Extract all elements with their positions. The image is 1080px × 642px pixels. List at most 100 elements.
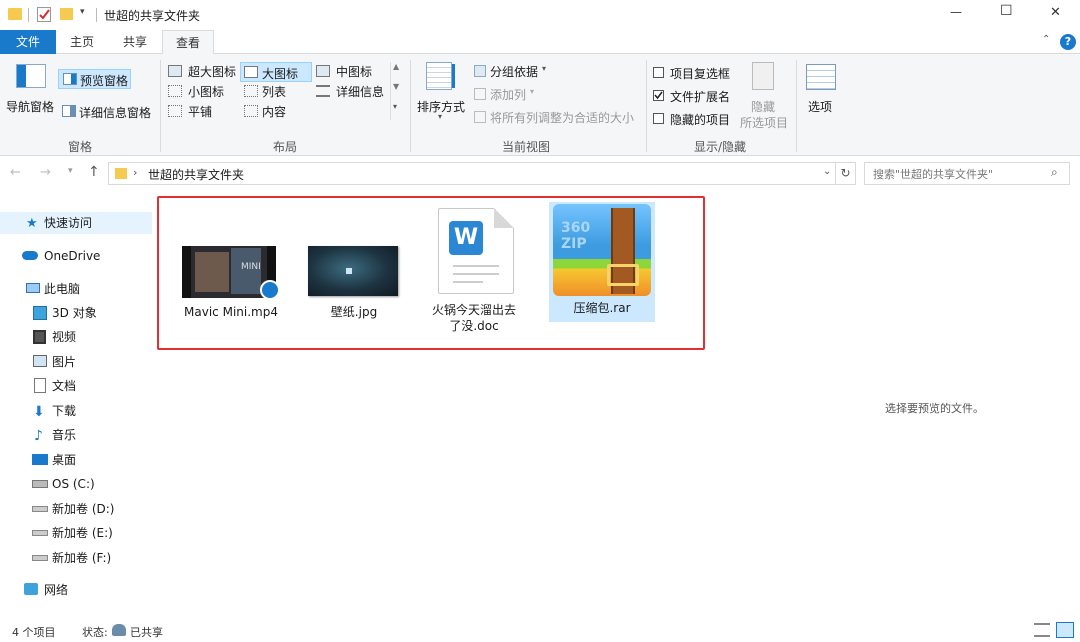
file-name: 壁纸.jpg (330, 305, 378, 319)
window-title: 世超的共享文件夹 (104, 9, 201, 23)
forward-button[interactable]: → (40, 165, 51, 180)
address-dropdown-icon[interactable]: ⌄ (823, 166, 831, 177)
file-item-video[interactable]: MINI Mavic Mini.mp4 (176, 242, 280, 332)
zip-archive-icon: 360 ZIP (553, 204, 651, 296)
nav-pane-label: 导航窗格 (6, 100, 55, 114)
nav-drive-e[interactable]: 新加卷 (E:) (0, 522, 152, 544)
details-view-toggle-icon[interactable] (1034, 623, 1050, 637)
folder-icon (8, 8, 22, 20)
layout-list[interactable]: 列表 (240, 82, 314, 100)
group-label-layout: 布局 (272, 140, 297, 154)
file-extensions-toggle[interactable]: 文件扩展名 (652, 87, 742, 105)
group-by-button[interactable]: 分组依据 ▾ (472, 62, 562, 80)
sort-by-button[interactable]: 排序方式 ▾ (414, 60, 470, 124)
hide-selected-button[interactable]: 隐藏 所选项目 (738, 60, 790, 130)
hidden-items-checkbox[interactable] (653, 113, 664, 124)
layout-scroll[interactable]: ▲ ▼ ▾ (390, 62, 402, 120)
nav-pane-button[interactable]: 导航窗格 (4, 60, 60, 122)
layout-details[interactable]: 详细信息 (314, 82, 394, 100)
tab-home[interactable]: 主页 (56, 30, 108, 54)
search-icon[interactable]: ⌕ (1051, 165, 1058, 180)
file-item-document[interactable]: W 火锅今天溜出去 了没.doc (430, 204, 530, 340)
nav-drive-c[interactable]: OS (C:) (0, 473, 152, 495)
file-extensions-checkbox[interactable] (653, 90, 664, 101)
preview-pane-button[interactable]: 预览窗格 (58, 69, 131, 89)
options-button[interactable]: 选项 (800, 60, 842, 126)
nav-desktop[interactable]: 桌面 (0, 449, 152, 471)
layout-small-icons[interactable]: 小图标 (166, 82, 240, 100)
item-checkboxes-checkbox[interactable] (653, 67, 664, 78)
tab-share[interactable]: 共享 (108, 30, 162, 54)
breadcrumb-path[interactable]: 世超的共享文件夹 (148, 166, 244, 183)
details-pane-icon (62, 105, 76, 117)
layout-large-icons[interactable]: 大图标 (240, 62, 312, 82)
document-icon (34, 378, 46, 393)
up-button[interactable]: ↑ (88, 164, 100, 180)
separator (796, 60, 797, 152)
file-name: Mavic Mini.mp4 (184, 305, 278, 319)
preview-pane-icon (63, 73, 77, 85)
search-input[interactable]: 搜索"世超的共享文件夹" (873, 166, 993, 182)
nav-onedrive[interactable]: OneDrive (0, 245, 152, 267)
image-thumbnail (308, 246, 398, 296)
cube-icon (33, 306, 47, 320)
list-icon (244, 85, 258, 97)
nav-downloads[interactable]: ⬇ 下载 (0, 400, 152, 422)
title-bar: ▾ 世超的共享文件夹 — ☐ ✕ (0, 0, 1080, 30)
hidden-items-toggle[interactable]: 隐藏的项目 (652, 110, 742, 128)
customize-quick-access-icon[interactable]: ▾ (80, 7, 90, 21)
drive-icon (32, 530, 48, 536)
nav-quick-access[interactable]: ★ 快速访问 (0, 212, 152, 234)
film-icon (33, 330, 46, 344)
layout-content[interactable]: 内容 (240, 102, 314, 120)
sort-arrow-icon (452, 64, 455, 88)
tab-file[interactable]: 文件 (0, 30, 56, 54)
group-label-panes: 窗格 (67, 140, 92, 154)
status-value: 已共享 (130, 626, 163, 639)
nav-pictures[interactable]: 图片 (0, 351, 152, 373)
separator (646, 60, 647, 152)
details-pane-label: 详细信息窗格 (79, 106, 152, 120)
nav-documents[interactable]: 文档 (0, 375, 152, 397)
details-pane-button[interactable]: 详细信息窗格 (58, 102, 158, 122)
scroll-down-icon: ▼ (393, 82, 400, 91)
nav-music[interactable]: ♪ 音乐 (0, 424, 152, 446)
nav-videos[interactable]: 视频 (0, 326, 152, 348)
maximize-button[interactable]: ☐ (1000, 3, 1013, 19)
file-name-line-2: 了没.doc (449, 319, 499, 333)
item-checkboxes-toggle[interactable]: 项目复选框 (652, 64, 742, 82)
help-icon[interactable]: ? (1060, 34, 1076, 50)
nav-3d-objects[interactable]: 3D 对象 (0, 302, 152, 324)
file-item-archive[interactable]: 360 ZIP 压缩包.rar (549, 202, 655, 322)
add-columns-button[interactable]: 添加列 ▾ (472, 85, 552, 103)
refresh-button[interactable]: ↻ (836, 162, 856, 185)
collapse-ribbon-icon[interactable]: ⌃ (1042, 34, 1050, 45)
ribbon: 导航窗格 预览窗格 详细信息窗格 窗格 超大图标 大图标 中图标 小图标 列表 … (0, 54, 1080, 156)
layout-medium-icons[interactable]: 中图标 (314, 62, 388, 80)
minimize-button[interactable]: — (950, 5, 962, 19)
network-icon (24, 583, 38, 595)
nav-this-pc[interactable]: 此电脑 (0, 278, 152, 300)
chevron-down-icon: ▾ (542, 64, 547, 73)
tab-view[interactable]: 查看 (162, 30, 214, 55)
layout-tiles[interactable]: 平铺 (166, 102, 240, 120)
properties-icon[interactable] (37, 7, 51, 22)
back-button[interactable]: ← (10, 165, 21, 180)
word-logo: W (449, 221, 483, 255)
size-all-columns-button[interactable]: 将所有列调整为合适的大小 (472, 108, 642, 126)
add-columns-icon (474, 88, 486, 100)
file-item-image[interactable]: 壁纸.jpg (302, 242, 406, 332)
nav-network[interactable]: 网络 (0, 579, 152, 601)
chevron-down-icon: ▾ (438, 112, 443, 121)
new-folder-icon[interactable] (60, 8, 73, 20)
nav-drive-d[interactable]: 新加卷 (D:) (0, 498, 152, 520)
close-button[interactable]: ✕ (1050, 5, 1061, 20)
folder-icon (115, 168, 127, 179)
recent-locations-button[interactable]: ▾ (68, 166, 73, 176)
layout-xl-icons[interactable]: 超大图标 (166, 62, 240, 80)
search-box[interactable]: 搜索"世超的共享文件夹" ⌕ (864, 162, 1070, 185)
nav-drive-f[interactable]: 新加卷 (F:) (0, 547, 152, 569)
preview-message: 选择要预览的文件。 (885, 402, 984, 415)
address-bar[interactable]: › 世超的共享文件夹 ⌄ (108, 162, 836, 185)
large-icons-view-toggle-icon[interactable] (1056, 622, 1074, 638)
